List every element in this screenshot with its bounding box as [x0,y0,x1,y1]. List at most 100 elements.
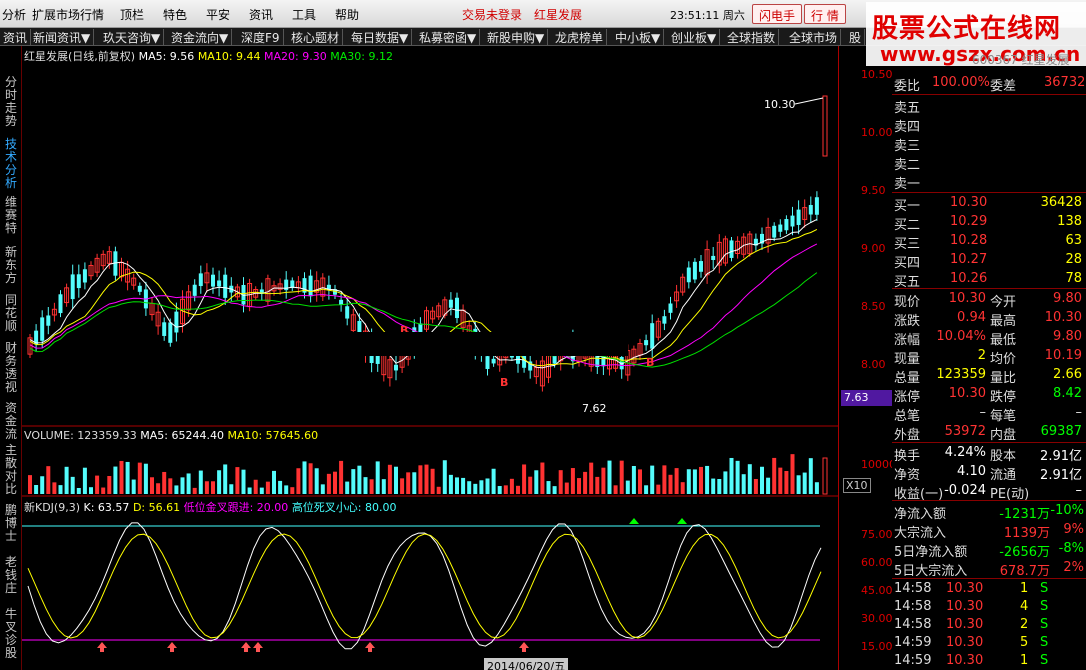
toolbar-item-info[interactable]: 资讯 [0,29,32,45]
menu-features[interactable]: 特色 [163,6,187,23]
quote-button[interactable]: 行 情 [804,4,846,24]
current-price-tag: 7.63 [841,390,893,406]
left-vertical-tabs: 分时走势 技术分析 维赛特 新东方 同花顺 财务透视 资金流 主散对比 鹏博士 … [0,46,22,670]
menu-topbar[interactable]: 顶栏 [120,6,144,23]
volume-bar [436,486,441,494]
kline-chart-area[interactable]: BBB 红星发展(日线,前复权) MA5: 9.56 MA10: 9.44 MA… [22,46,858,670]
volume-bar [278,480,283,494]
toolbar-item-ipo[interactable]: 新股申购▼ [484,29,549,45]
toolbar-item-global-index[interactable]: 全球指数 [724,29,780,45]
tab-pengboshi[interactable]: 鹏博士 [2,504,20,543]
stock-name-label: 红星发展 [534,8,583,22]
toolbar-item-f9[interactable]: 深度F9 [238,29,284,45]
toolbar-item-dragon-tiger[interactable]: 龙虎榜单 [552,29,608,45]
tab-capital-flow[interactable]: 资金流 [2,402,20,441]
candle-body [58,294,63,314]
sell-level-row[interactable]: 卖五 [892,96,1086,116]
tab-weisaite[interactable]: 维赛特 [2,196,20,235]
menu-extended-market[interactable]: 扩展市场行情 [32,6,104,23]
menu-news[interactable]: 资讯 [249,6,273,23]
tab-laoqianzhuang[interactable]: 老钱庄 [2,556,20,595]
buy-level-row[interactable]: 买五 10.26 78 [892,270,1086,290]
tab-intraday[interactable]: 分时走势 [2,76,20,128]
menu-help[interactable]: 帮助 [335,6,359,23]
buy-level-row[interactable]: 买一 10.30 36428 [892,194,1086,214]
stat-value: 2.66 [1053,367,1082,382]
tick-time: 14:58 [894,617,932,632]
buy-level-row[interactable]: 买四 10.27 28 [892,251,1086,271]
capital-flow-row: 5日大宗流入 678.7万 2% [892,559,1086,579]
buy-level-row[interactable]: 买三 10.28 63 [892,232,1086,252]
flash-trade-button[interactable]: 闪电手 [752,4,803,24]
volume-bar [455,477,459,494]
volume-bar [308,463,313,494]
quote-panel: 600367 红星发展 委比 100.00% 委差 36732 卖五 卖四 卖三 卖二… [892,53,1086,670]
volume-bar [52,482,57,494]
volume-bar [607,460,612,494]
main-chart-header: 红星发展(日线,前复权) MA5: 9.56 MA10: 9.44 MA20: … [24,48,393,64]
volume-bar [302,461,307,494]
tick-side: S [1040,599,1049,614]
candle-body [198,273,203,287]
tab-tonghuashun[interactable]: 同花顺 [2,294,20,333]
sell-level-label: 卖五 [894,101,921,116]
volume-bar [339,460,344,494]
sell-level-row[interactable]: 卖二 [892,153,1086,173]
tab-main-retail[interactable]: 主散对比 [2,444,20,496]
volume-bar [638,469,642,494]
trade-login-status[interactable]: 交易未登录 [462,6,522,23]
toolbar-item-daily-data[interactable]: 每日数据▼ [348,29,413,45]
tick-row: 14:59 10.30 1 S [892,652,1086,670]
toolbar-item-private-letter[interactable]: 私募密函▼ [416,29,481,45]
toolbar-item-capital-flow[interactable]: 资金流向▼ [168,29,233,45]
toolbar-item-jiutian[interactable]: 玖天咨询▼ [100,29,165,45]
toolbar-item-gem[interactable]: 创业板▼ [668,29,721,45]
toolbar-item-stock[interactable]: 股 [846,29,866,45]
volume-bar [778,467,783,494]
stat-row: 涨幅 10.04% 最低 9.80 [892,328,1086,348]
candle-body [46,315,51,326]
menu-pingan[interactable]: 平安 [206,6,230,23]
buy-signal-marker: B [646,356,654,369]
stat-label: 现价 [894,295,921,310]
sell-level-row[interactable]: 卖一 [892,172,1086,192]
price-tick: 9.50 [861,184,886,197]
volume-unit: X10 [843,478,871,493]
toolbar-item-core-theme[interactable]: 核心题材 [288,29,344,45]
buy-level-row[interactable]: 买二 10.29 138 [892,213,1086,233]
volume-bar [131,479,136,494]
volume-bar [351,469,356,494]
menu-tools[interactable]: 工具 [292,6,316,23]
stat-row: 现价 10.30 今开 9.80 [892,290,1086,310]
limit-up-candle [822,95,828,157]
flow-percent: 2% [1063,560,1084,575]
sell-level-row[interactable]: 卖三 [892,134,1086,154]
volume-bar [326,473,331,494]
volume-bar [375,461,380,494]
toolbar-item-news[interactable]: 新闻资讯▼ [30,29,95,45]
tab-niucha[interactable]: 牛叉诊股 [2,608,20,660]
volume-bar [394,466,398,494]
golden-cross-arrow [241,642,251,652]
chart-overlay-box [352,332,628,356]
volume-bar [656,484,661,494]
flow-percent: -8% [1058,541,1084,556]
tab-technical[interactable]: 技术分析 [2,138,20,190]
candle-body [162,322,167,336]
buy-level-price: 10.27 [950,252,988,267]
toolbar-item-global-market[interactable]: 全球市场 [786,29,842,45]
tab-xindongfang[interactable]: 新东方 [2,246,20,285]
toolbar-item-sme[interactable]: 中小板▼ [612,29,665,45]
tab-finance[interactable]: 财务透视 [2,342,20,394]
stat-label: 最低 [990,333,1017,348]
stat-label: 每笔 [990,409,1017,424]
volume-bar [235,467,240,494]
fund-value: 4.24% [944,445,986,460]
sell-level-row[interactable]: 卖四 [892,115,1086,135]
capital-flow-row: 净流入额 -1231万 -10% [892,502,1086,522]
menu-analysis[interactable]: 分析 [2,6,26,23]
volume-bar [198,470,203,494]
kline-svg[interactable]: BBB [22,46,838,670]
stat-value: 10.30 [948,386,986,401]
tick-time: 14:58 [894,599,932,614]
